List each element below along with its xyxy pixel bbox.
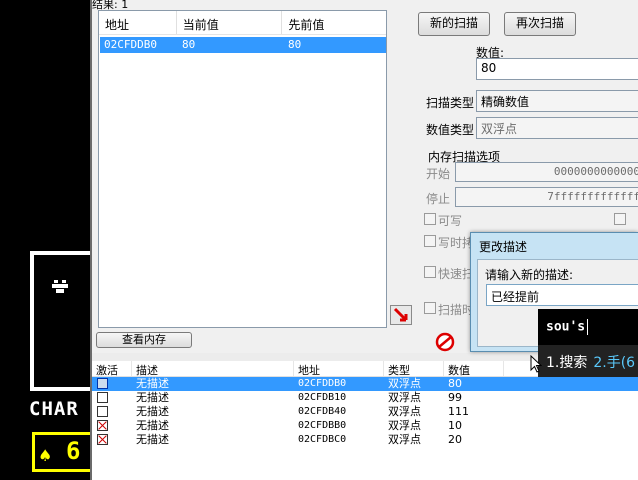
results-row[interactable]: 02CFDDB0 80 80 bbox=[100, 37, 386, 53]
row-address: 02CFDBB0 bbox=[298, 420, 347, 431]
row-value: 99 bbox=[448, 391, 462, 404]
fast-scan-checkbox[interactable] bbox=[424, 266, 436, 278]
scan-results-list[interactable]: 地址 当前值 先前值 02CFDDB0 80 80 bbox=[98, 10, 387, 328]
writable-checkbox[interactable] bbox=[424, 213, 436, 225]
scan-type-select[interactable]: 精确数值 bbox=[476, 90, 638, 112]
row-address: 02CFDBC0 bbox=[298, 434, 347, 445]
new-scan-button[interactable]: 新的扫描 bbox=[418, 12, 490, 36]
copy-on-write-checkbox[interactable] bbox=[424, 235, 436, 247]
row-address: 02CFDB10 bbox=[298, 392, 347, 403]
value-type-label: 数值类型 bbox=[426, 123, 475, 137]
row-value: 10 bbox=[448, 419, 462, 432]
active-checkbox[interactable] bbox=[97, 420, 108, 431]
result-current: 80 bbox=[182, 38, 196, 51]
next-scan-button[interactable]: 再次扫描 bbox=[504, 12, 576, 36]
ime-candidate-bar: 1.搜索 2.手(6 bbox=[538, 345, 638, 377]
table-row[interactable]: 无描述 02CFDB40 双浮点 111 bbox=[92, 405, 638, 419]
table-row[interactable]: 无描述 02CFDBB0 双浮点 10 bbox=[92, 419, 638, 433]
row-type: 双浮点 bbox=[388, 433, 421, 446]
row-description: 无描述 bbox=[136, 433, 169, 446]
ime-composition-text: sou's bbox=[546, 319, 586, 335]
active-checkbox[interactable] bbox=[97, 434, 108, 445]
column-type[interactable]: 类型 bbox=[384, 361, 444, 377]
mouse-cursor-icon bbox=[530, 355, 542, 373]
value-input[interactable]: 80 bbox=[476, 58, 638, 80]
stop-label: 停止 bbox=[426, 192, 451, 206]
results-header: 地址 当前值 先前值 bbox=[99, 11, 386, 35]
result-address: 02CFDDB0 bbox=[104, 38, 157, 51]
row-type: 双浮点 bbox=[388, 405, 421, 418]
table-row[interactable]: 无描述 02CFDDB0 双浮点 80 bbox=[92, 377, 638, 391]
active-checkbox[interactable] bbox=[97, 378, 108, 389]
row-description: 无描述 bbox=[136, 419, 169, 432]
active-checkbox[interactable] bbox=[97, 392, 108, 403]
dialog-prompt: 请输入新的描述: bbox=[485, 268, 574, 282]
row-description: 无描述 bbox=[136, 391, 169, 404]
column-value[interactable]: 数值 bbox=[444, 361, 504, 377]
game-panel-border bbox=[30, 251, 90, 391]
view-memory-button[interactable]: 查看内存 bbox=[96, 332, 192, 348]
fast-scan-label: 快速扫 bbox=[438, 267, 475, 281]
text-caret bbox=[587, 319, 589, 335]
row-type: 双浮点 bbox=[388, 391, 421, 404]
ime-candidate-1[interactable]: 1.搜索 bbox=[546, 355, 587, 371]
result-previous: 80 bbox=[288, 38, 302, 51]
address-table[interactable]: 激活 描述 地址 类型 数值 无描述 02CFDDB0 双浮点 80 无描述 0… bbox=[92, 361, 638, 480]
row-address: 02CFDB40 bbox=[298, 406, 347, 417]
row-type: 双浮点 bbox=[388, 377, 421, 390]
ime-composition: sou's bbox=[538, 309, 638, 345]
ime-candidate-2[interactable]: 2.手(6 bbox=[593, 355, 635, 371]
pause-while-scanning-label: 扫描时 bbox=[438, 303, 475, 317]
start-address-input[interactable]: 0000000000000 bbox=[455, 162, 638, 182]
row-value: 80 bbox=[448, 377, 462, 390]
column-previous-value[interactable]: 先前值 bbox=[282, 11, 386, 34]
row-address: 02CFDDB0 bbox=[298, 378, 347, 389]
heart-icon: ♠ bbox=[38, 446, 53, 465]
game-label-text: CHAR bbox=[29, 398, 79, 420]
column-description[interactable]: 描述 bbox=[132, 361, 294, 377]
table-row[interactable]: 无描述 02CFDBC0 双浮点 20 bbox=[92, 433, 638, 447]
value-type-select[interactable]: 双浮点 bbox=[476, 117, 638, 139]
game-window: CHAR ♠ 6 bbox=[0, 0, 90, 480]
description-input[interactable]: 已经提前 bbox=[486, 284, 638, 306]
column-address[interactable]: 地址 bbox=[99, 11, 177, 34]
dialog-title[interactable]: 更改描述 bbox=[471, 233, 638, 259]
row-value: 111 bbox=[448, 405, 469, 418]
table-row[interactable]: 无描述 02CFDB10 双浮点 99 bbox=[92, 391, 638, 405]
column-active[interactable]: 激活 bbox=[92, 361, 132, 377]
executable-checkbox[interactable] bbox=[614, 213, 626, 225]
stop-address-input[interactable]: 7fffffffffffff bbox=[455, 187, 638, 207]
column-address-table-address[interactable]: 地址 bbox=[294, 361, 384, 377]
add-to-list-arrow-icon[interactable] bbox=[390, 305, 412, 325]
game-sprite-icon bbox=[52, 280, 68, 293]
game-stat-value: 6 bbox=[66, 437, 81, 465]
copy-on-write-label: 写时拷 bbox=[438, 236, 475, 250]
row-type: 双浮点 bbox=[388, 419, 421, 432]
stop-scan-icon[interactable] bbox=[434, 332, 456, 352]
active-checkbox[interactable] bbox=[97, 406, 108, 417]
start-label: 开始 bbox=[426, 167, 451, 181]
column-current-value[interactable]: 当前值 bbox=[177, 11, 283, 34]
scan-type-label: 扫描类型 bbox=[426, 96, 475, 110]
pause-while-scanning-checkbox[interactable] bbox=[424, 302, 436, 314]
row-value: 20 bbox=[448, 433, 462, 446]
row-description: 无描述 bbox=[136, 405, 169, 418]
row-description: 无描述 bbox=[136, 377, 169, 390]
writable-label: 可写 bbox=[438, 214, 463, 228]
